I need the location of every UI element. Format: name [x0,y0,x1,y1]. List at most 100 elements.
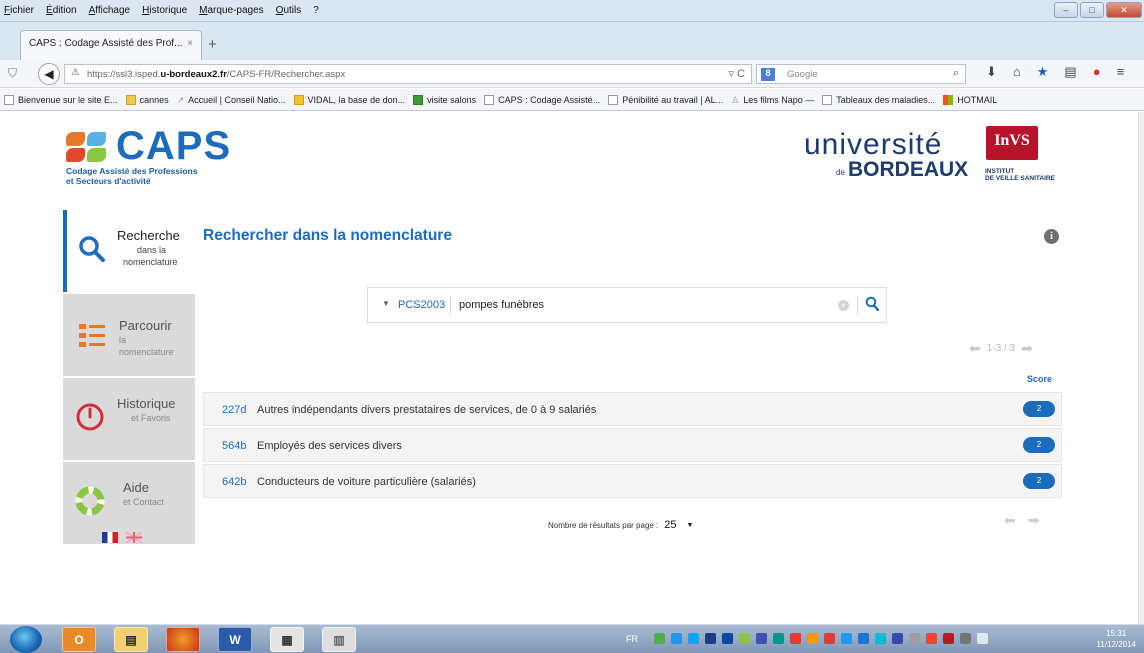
tray-icon[interactable] [807,633,818,644]
firefox-taskbar-icon[interactable] [166,627,200,652]
maximize-button[interactable]: □ [1080,2,1104,18]
result-code[interactable]: 227d [222,404,246,416]
search-input[interactable]: pompes funèbres [459,299,544,311]
bookmark-item[interactable]: ♙ Les films Napo — [731,95,814,105]
reload-icon[interactable]: ▿ C [728,67,745,80]
menu-help[interactable]: ? [313,5,319,16]
bookmark-item[interactable]: HOTMAIL [943,94,997,105]
tray-icon[interactable] [739,633,750,644]
outlook-taskbar-icon[interactable]: O [62,627,96,652]
menu-outils[interactable]: Outils [276,5,302,16]
search-icon[interactable]: ⌕ [953,67,959,80]
bookmark-item[interactable]: cannes [125,94,169,105]
tray-icon[interactable] [722,633,733,644]
result-label[interactable]: Autres indépendants divers prestataires … [257,404,596,416]
invs-logo[interactable]: InVS INSTITUT DE VEILLE SANITAIRE [982,126,1082,186]
prev-page-icon[interactable]: ⬅ [1004,512,1016,529]
bookmark-item[interactable]: CAPS : Codage Assisté... [484,94,600,105]
browser-search-input[interactable]: 8 Google ⌕ [756,64,966,84]
download-icon[interactable]: ⬇ [986,64,997,80]
tray-icon[interactable] [892,633,903,644]
calculator-taskbar-icon[interactable]: ▦ [270,627,304,652]
minimize-button[interactable]: – [1054,2,1078,18]
flag-fr-icon[interactable] [102,532,118,543]
nomenclature-select[interactable]: PCS2003 [398,299,445,311]
menu-marque-pages[interactable]: Marque-pages [199,5,264,16]
bookmark-star-icon[interactable]: ★ [1037,64,1049,80]
result-row[interactable]: 564b Employés des services divers 2 [203,428,1062,462]
url-bar[interactable]: ⚠ https://ssl3.isped.u-bordeaux2.fr/CAPS… [64,64,752,84]
menu-fichier[interactable]: Fichier [4,5,34,16]
tray-icon[interactable] [790,633,801,644]
per-page-select[interactable]: 25 ▼ [664,519,693,531]
taskbar-clock[interactable]: 15:31 11/12/2014 [1097,628,1136,650]
tray-icon[interactable] [773,633,784,644]
word-taskbar-icon[interactable]: W [218,627,252,652]
tray-icon[interactable] [705,633,716,644]
clear-icon[interactable]: × [838,300,849,311]
bookmark-label: Tableaux des maladies... [836,94,936,105]
bookmark-item[interactable]: Pénibilité au travail | AL... [608,94,723,105]
page-scrollbar[interactable] [1138,112,1144,624]
tray-icon[interactable] [671,633,682,644]
tray-icon[interactable] [841,633,852,644]
back-arrow-icon: ◀ [44,67,54,81]
result-label[interactable]: Employés des services divers [257,440,402,452]
bookmark-item[interactable]: Tableaux des maladies... [822,94,936,105]
tray-icon[interactable] [926,633,937,644]
flag-uk-icon[interactable] [125,531,143,544]
search-submit-icon[interactable] [865,296,879,312]
volume-icon[interactable] [977,633,988,644]
chevron-down-icon[interactable]: ▼ [382,299,390,308]
tray-icon[interactable] [909,633,920,644]
next-page-icon[interactable]: ➡ [1028,512,1040,529]
tray-icon[interactable] [943,633,954,644]
tray-icon[interactable] [824,633,835,644]
tab-caps[interactable]: CAPS : Codage Assisté des Prof... × [20,30,202,60]
bookmarks-menu-icon[interactable]: ▤ [1064,64,1076,80]
warning-icon[interactable]: ⚠ [71,67,80,78]
tray-icon[interactable] [688,633,699,644]
sidebar-item-historique[interactable]: Historique et Favoris [63,378,195,460]
bookmark-item[interactable]: Bienvenue sur le site E... [4,94,118,105]
tray-icon[interactable] [654,633,665,644]
bookmark-item[interactable]: ↗ Accueil | Conseil Natio... [177,95,286,105]
prev-page-icon[interactable]: ⬅ [969,340,981,357]
result-code[interactable]: 564b [222,440,246,452]
menu-historique[interactable]: Historique [142,5,187,16]
menu-hamburger-icon[interactable]: ≡ [1117,64,1125,80]
tray-icon[interactable] [858,633,869,644]
sidebar-item-parcourir[interactable]: Parcourir la nomenclature [63,294,195,376]
document-taskbar-icon[interactable]: ▥ [322,627,356,652]
new-tab-button[interactable]: + [208,36,217,53]
shield-icon[interactable]: ⛉ [8,66,17,81]
language-indicator[interactable]: FR [626,634,638,644]
result-row[interactable]: 642b Conducteurs de voiture particulière… [203,464,1062,498]
tab-strip: CAPS : Codage Assisté des Prof... × + [0,22,1144,60]
sidebar-sub-line: et Favoris [131,413,171,423]
next-page-icon[interactable]: ➡ [1021,340,1033,357]
clock-date: 11/12/2014 [1096,640,1136,649]
sidebar-item-recherche[interactable]: Recherche dans la nomenclature [63,210,195,292]
network-icon[interactable] [960,633,971,644]
close-window-button[interactable]: ✕ [1106,2,1142,18]
search-engine-icon[interactable]: 8 [761,68,775,81]
explorer-taskbar-icon[interactable]: ▤ [114,627,148,652]
menu-edition[interactable]: Édition [46,5,77,16]
back-button[interactable]: ◀ [38,63,60,85]
result-label[interactable]: Conducteurs de voiture particulière (sal… [257,476,476,488]
tray-icon[interactable] [756,633,767,644]
bookmark-item[interactable]: VIDAL, la base de don... [293,94,405,105]
start-button[interactable] [10,626,42,653]
tray-icon[interactable] [875,633,886,644]
result-code[interactable]: 642b [222,476,246,488]
menu-affichage[interactable]: Affichage [89,5,131,16]
bookmark-item[interactable]: visite salons [413,94,476,105]
info-icon[interactable]: i [1044,229,1059,244]
home-icon[interactable]: ⌂ [1013,64,1021,80]
addon-icon[interactable]: ● [1093,64,1101,80]
universite-bordeaux-logo[interactable]: université de BORDEAUX [800,128,970,181]
sidebar-item-title: Recherche [117,228,180,243]
tab-close-icon[interactable]: × [187,38,193,53]
result-row[interactable]: 227d Autres indépendants divers prestata… [203,392,1062,426]
